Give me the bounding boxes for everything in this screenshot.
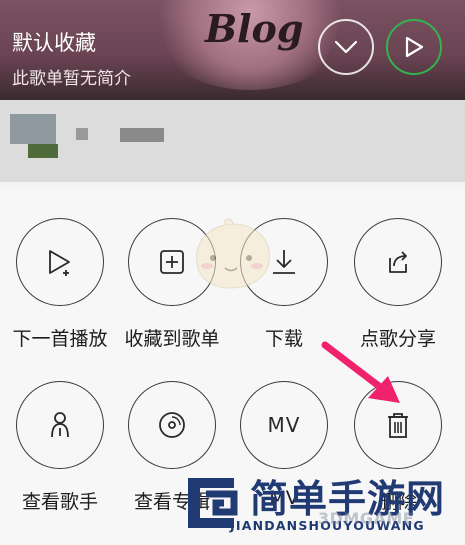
share-action[interactable]: 点歌分享: [342, 218, 454, 351]
play-all-button[interactable]: [386, 19, 442, 75]
view-singer-label: 查看歌手: [21, 491, 98, 513]
playlist-title: 默认收藏: [12, 31, 96, 55]
mv-icon: MV: [267, 413, 301, 437]
share-label: 点歌分享: [359, 328, 436, 350]
delete-button[interactable]: [354, 381, 442, 469]
playlist-header: Blog 默认收藏 此歌单暂无简介: [0, 0, 465, 100]
mascot-watermark: [196, 218, 270, 289]
share-icon: [389, 251, 407, 273]
collapse-button[interactable]: [318, 19, 374, 75]
chevron-down-icon: [334, 40, 358, 54]
play-icon: [405, 36, 424, 58]
song-thumbnail: [28, 144, 58, 158]
playlist-description: 此歌单暂无简介: [12, 69, 131, 89]
view-singer-button[interactable]: [16, 381, 104, 469]
play-next-button[interactable]: [16, 218, 104, 306]
play-next-action[interactable]: 下一首播放: [4, 218, 116, 351]
view-singer-action[interactable]: 查看歌手: [4, 381, 116, 514]
cover-art-lettering: Blog: [205, 6, 304, 51]
download-label: 下载: [264, 328, 303, 350]
mv-button[interactable]: MV: [240, 381, 328, 469]
play-next-label: 下一首播放: [12, 328, 108, 350]
trash-icon: [388, 413, 408, 438]
watermark-brand: 3DMGAME: [318, 509, 415, 528]
song-name-block: [120, 128, 164, 142]
play-next-icon: [49, 250, 70, 276]
add-to-playlist-icon: [160, 250, 184, 274]
share-button[interactable]: [354, 218, 442, 306]
album-icon: [159, 412, 185, 438]
selected-song-row: [0, 100, 465, 182]
song-name-block: [76, 128, 88, 140]
singer-icon: [51, 412, 69, 438]
add-to-playlist-label: 收藏到歌单: [124, 328, 220, 350]
site-watermark: 简单手游网 JIANDANSHOUYOUWANG: [180, 470, 465, 545]
view-album-button[interactable]: [128, 381, 216, 469]
song-thumbnail: [10, 114, 56, 144]
